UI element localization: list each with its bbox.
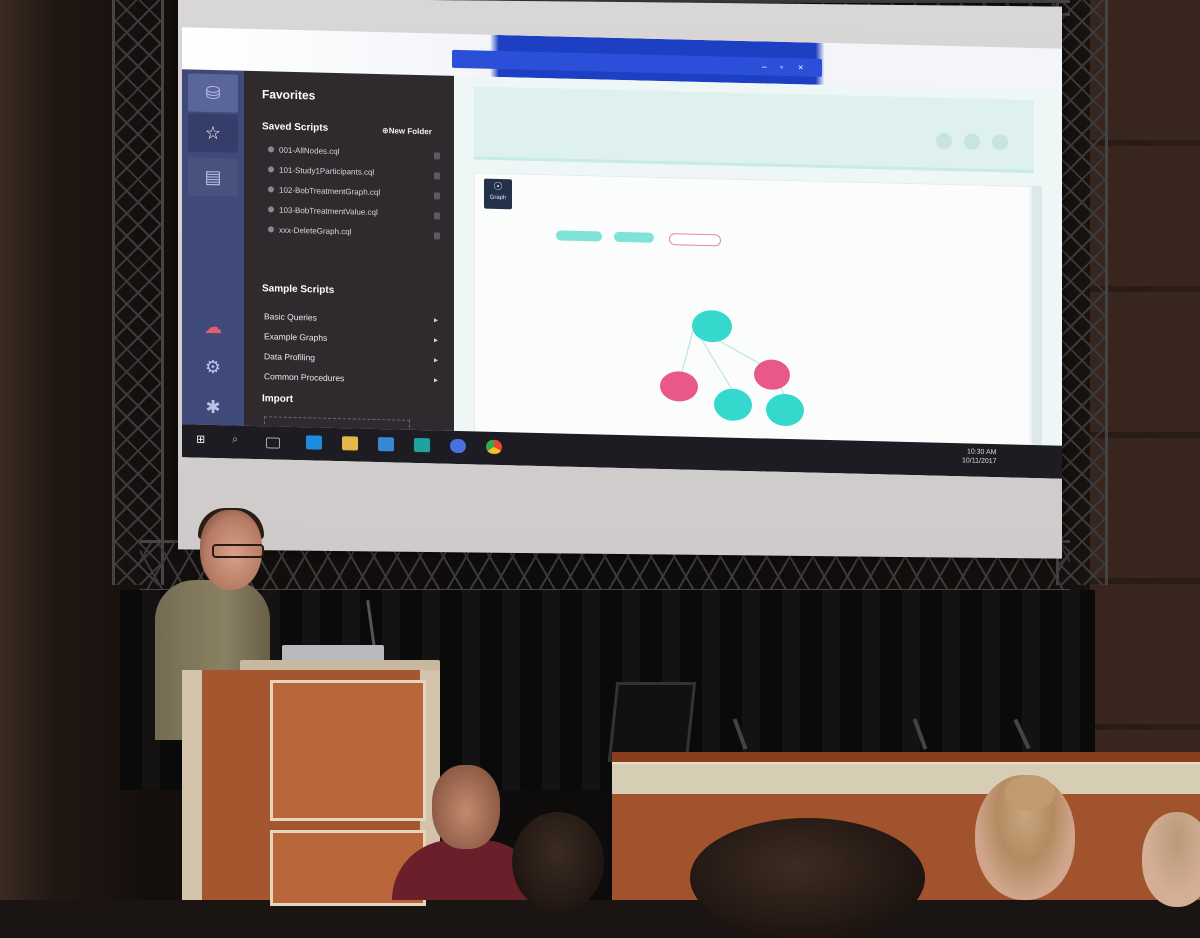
neo4j-app-icon[interactable] — [414, 437, 430, 453]
script-icon — [268, 226, 274, 233]
sample-scripts-heading: Sample Scripts — [262, 283, 335, 296]
new-folder-label: New Folder — [388, 126, 432, 137]
projected-desktop: – ▫ × ⛁ ☆ ▤ ☁ ⚙ ✱ Favorites Saved Script… — [182, 27, 1062, 479]
bug-icon[interactable]: ✱ — [188, 387, 238, 426]
favorite-star-icon[interactable] — [936, 132, 952, 150]
chevron-right-icon: ▸ — [433, 335, 438, 345]
saved-scripts-heading: Saved Scripts — [262, 121, 329, 134]
document-app-icon[interactable] — [378, 437, 394, 452]
graph-icon: ☉ — [493, 180, 503, 194]
trash-icon[interactable] — [434, 212, 440, 220]
file-explorer-icon[interactable] — [342, 436, 358, 451]
node-label-chip[interactable] — [556, 230, 602, 242]
script-icon — [268, 186, 274, 193]
graph-view-button[interactable]: ☉ Graph — [484, 178, 512, 210]
sample-category-item[interactable]: Data Profiling ▸ — [264, 351, 442, 369]
maximize-icon[interactable]: ▫ — [780, 62, 790, 72]
close-icon[interactable]: × — [798, 62, 808, 72]
saved-script-item[interactable]: 103-BobTreatmentValue.cql — [268, 205, 448, 223]
chevron-right-icon: ▸ — [433, 375, 438, 385]
browser-icon[interactable] — [450, 438, 466, 454]
favorites-drawer: Favorites Saved Scripts ⊕New Folder 001-… — [244, 70, 454, 462]
graph-node[interactable] — [754, 359, 790, 391]
clear-query-icon[interactable] — [992, 134, 1008, 151]
import-heading: Import — [262, 393, 294, 405]
audience-member-head — [1142, 812, 1200, 907]
edge-browser-icon[interactable] — [306, 435, 322, 450]
sample-category-item[interactable]: Common Procedures ▸ — [264, 371, 442, 389]
left-truss — [112, 0, 164, 585]
audience-member-hair-bun — [1005, 775, 1055, 811]
minimize-icon[interactable]: – — [762, 61, 772, 71]
audience-member-head — [690, 818, 925, 938]
task-view-icon[interactable] — [266, 437, 280, 449]
node-label-chip[interactable] — [614, 231, 654, 243]
clock-date: 10/11/2017 — [962, 457, 997, 466]
trash-icon[interactable] — [434, 192, 440, 200]
panel-table-edge — [612, 752, 1200, 762]
graph-workspace: ☉ Graph — [454, 75, 1062, 458]
new-folder-button[interactable]: ⊕New Folder — [382, 126, 432, 136]
search-icon[interactable]: ⌕ — [232, 433, 248, 447]
app-sidebar-rail: ⛁ ☆ ▤ ☁ ⚙ ✱ — [182, 69, 244, 426]
script-icon — [268, 146, 274, 153]
sample-category-item[interactable]: Basic Queries ▸ — [264, 311, 442, 329]
query-editor-bar[interactable] — [474, 86, 1034, 174]
chevron-right-icon: ▸ — [433, 315, 438, 325]
chrome-icon[interactable] — [486, 439, 502, 455]
windows-start-icon[interactable]: ⊞ — [196, 433, 212, 447]
trash-icon[interactable] — [434, 152, 440, 160]
script-icon — [268, 206, 274, 213]
system-clock[interactable]: 10:30 AM 10/11/2017 — [962, 447, 997, 466]
relationship-type-chip[interactable] — [669, 233, 721, 247]
graph-node[interactable] — [766, 393, 804, 427]
left-wall-panel — [0, 0, 60, 900]
cloud-icon[interactable]: ☁ — [188, 307, 238, 346]
vertical-scrollbar[interactable] — [1032, 186, 1042, 457]
trash-icon[interactable] — [434, 232, 440, 240]
saved-script-item[interactable]: 001-AllNodes.cql — [268, 145, 448, 163]
saved-script-item[interactable]: 101-Study1Participants.cql — [268, 165, 448, 183]
saved-script-item[interactable]: 102-BobTreatmentGraph.cql — [268, 185, 448, 203]
audience-member-head — [432, 765, 500, 849]
speaker-glasses — [212, 544, 264, 558]
right-truss — [1056, 0, 1108, 585]
star-icon[interactable]: ☆ — [188, 113, 238, 153]
confidence-monitor — [607, 682, 697, 762]
plus-icon: ⊕ — [382, 126, 389, 136]
trash-icon[interactable] — [434, 172, 440, 180]
graph-view-label: Graph — [489, 194, 507, 202]
run-query-icon[interactable] — [964, 133, 980, 150]
chevron-right-icon: ▸ — [433, 355, 438, 365]
podium-front-panel — [270, 680, 426, 821]
graph-node[interactable] — [714, 388, 752, 422]
saved-script-item[interactable]: xxx-DeleteGraph.cql — [268, 225, 448, 243]
favorites-title: Favorites — [262, 87, 316, 103]
sample-category-item[interactable]: Example Graphs ▸ — [264, 331, 442, 349]
document-icon[interactable]: ▤ — [188, 157, 238, 197]
gear-icon[interactable]: ⚙ — [188, 347, 238, 386]
database-icon[interactable]: ⛁ — [188, 73, 238, 113]
graph-node[interactable] — [660, 370, 698, 402]
script-icon — [268, 166, 274, 173]
graph-node[interactable] — [692, 309, 732, 343]
audience-member-head — [512, 812, 604, 912]
